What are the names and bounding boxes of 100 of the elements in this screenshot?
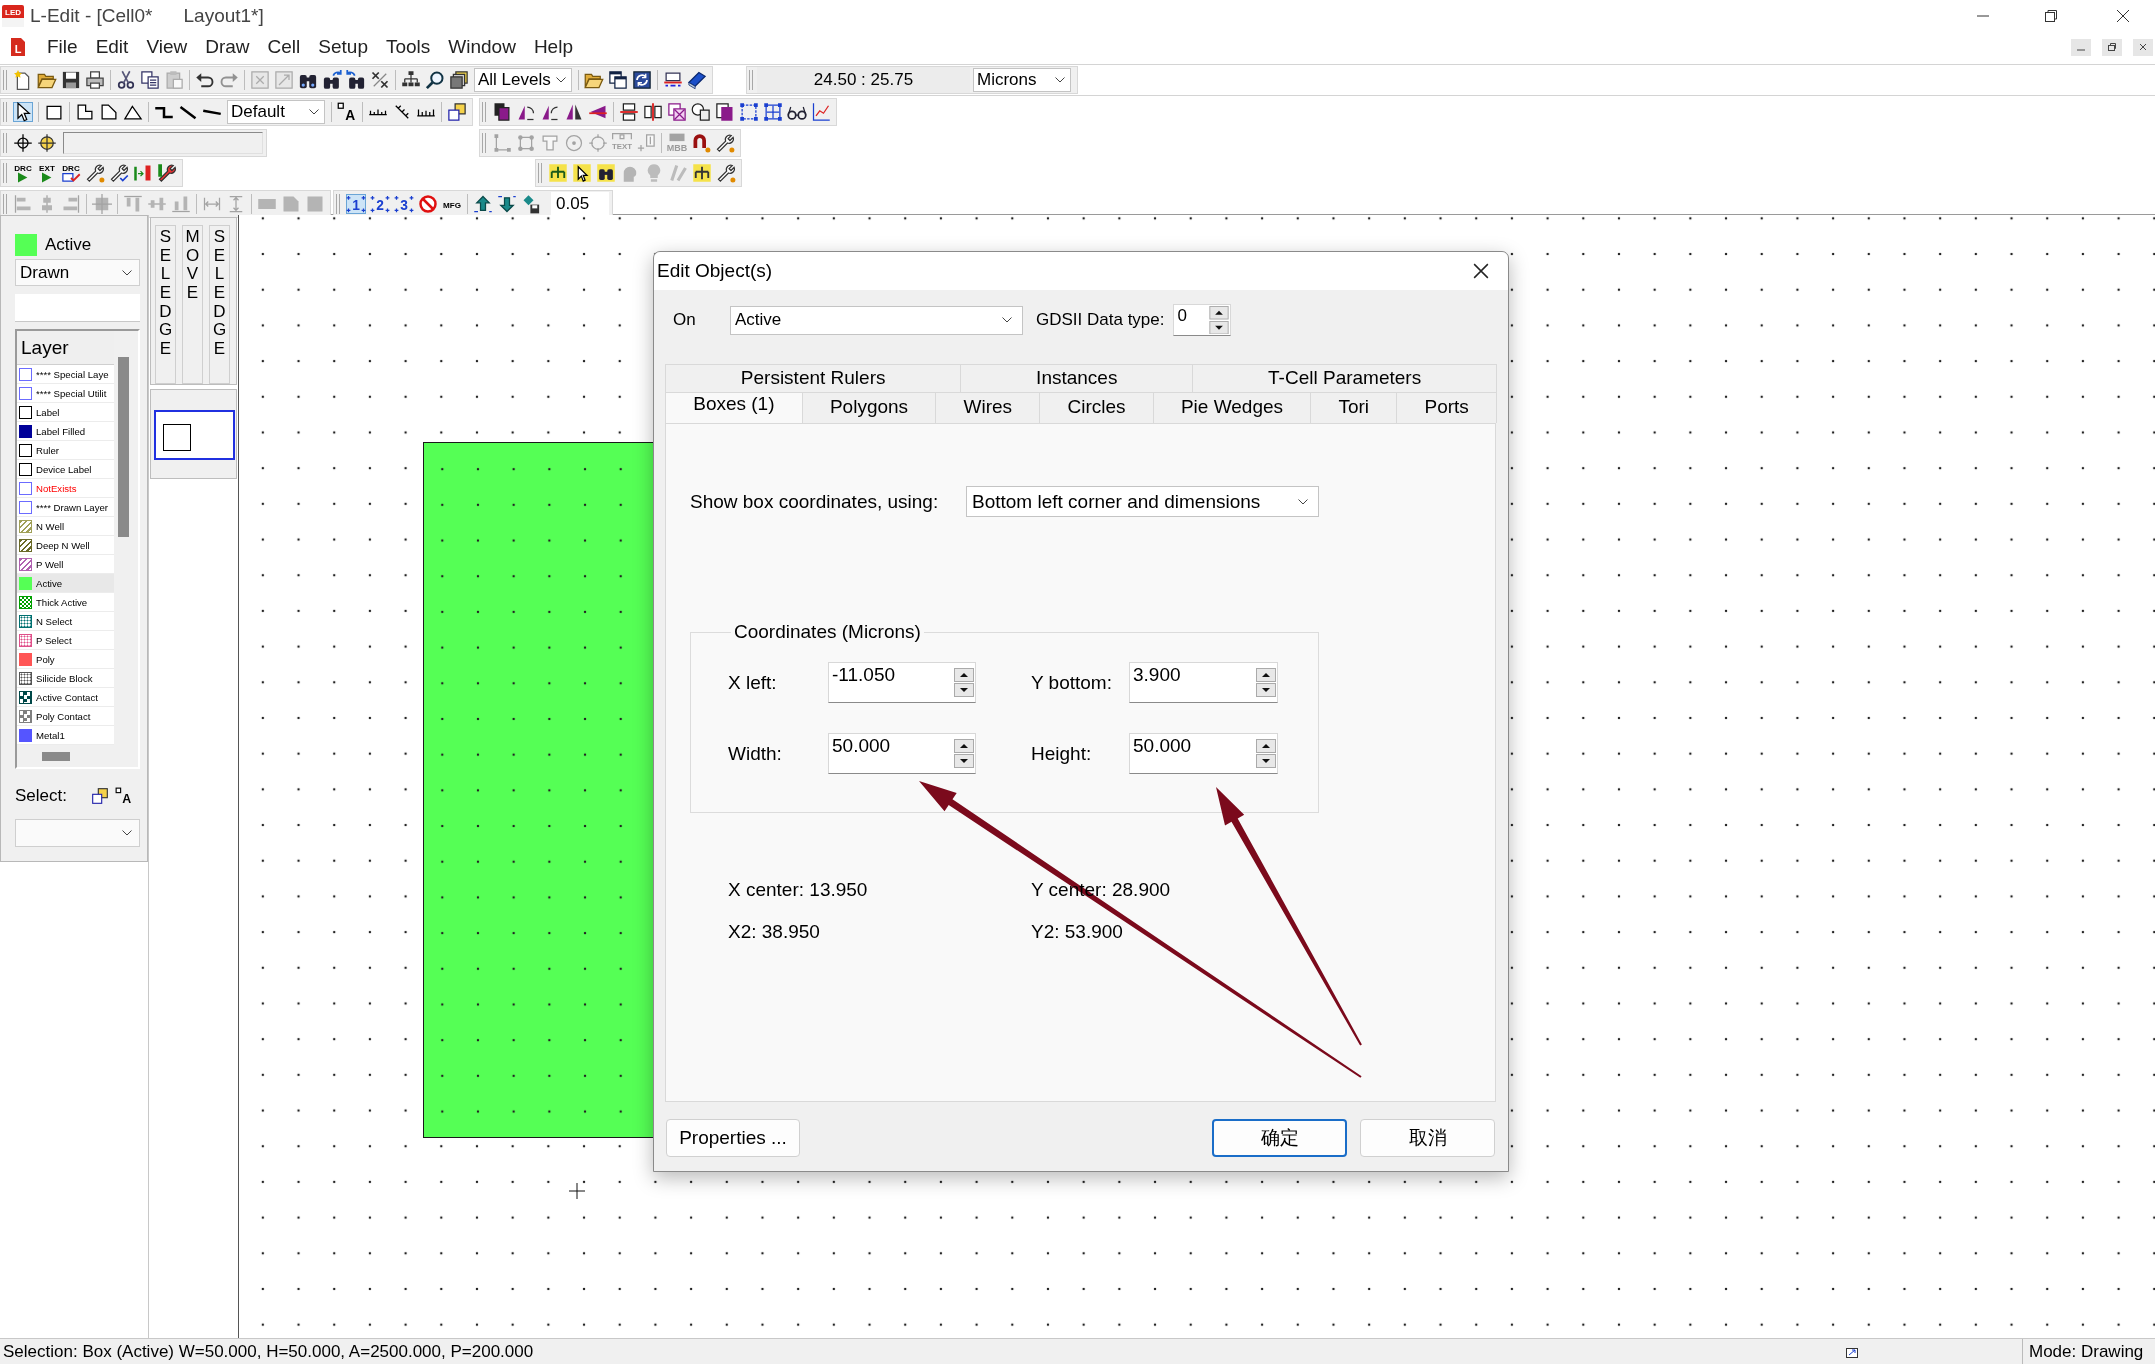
split-vertical-icon[interactable] xyxy=(643,102,663,122)
spin-up-icon[interactable] xyxy=(1208,306,1229,320)
menu-item[interactable]: Edit xyxy=(86,35,138,59)
close-icon[interactable] xyxy=(1473,263,1489,279)
crosshair-icon[interactable] xyxy=(13,132,33,153)
menu-item[interactable]: Setup xyxy=(309,35,377,59)
layer-row[interactable]: Active xyxy=(17,574,114,593)
bevel-polygon-icon[interactable] xyxy=(99,102,119,122)
restore-icon[interactable] xyxy=(2102,38,2122,56)
spin-up-icon[interactable] xyxy=(954,739,974,753)
restore-icon[interactable] xyxy=(2044,8,2058,23)
spin-up-icon[interactable] xyxy=(1256,668,1276,682)
layer-row[interactable]: Ruler xyxy=(17,441,114,460)
fork-tile-icon[interactable] xyxy=(548,163,568,183)
menu-item[interactable]: View xyxy=(137,35,197,59)
wrench-icon[interactable] xyxy=(716,163,736,183)
printer-icon[interactable] xyxy=(85,70,105,90)
overlapping-squares-icon[interactable] xyxy=(447,102,467,122)
wrench-icon[interactable] xyxy=(109,163,129,183)
layer-row[interactable]: **** Drawn Layer xyxy=(17,498,114,517)
layer-row[interactable]: Deep N Well xyxy=(17,536,114,555)
app-menu-icon[interactable]: L xyxy=(10,37,26,57)
dialog-button[interactable]: 确定 xyxy=(1212,1119,1347,1157)
tab[interactable]: Boxes (1) xyxy=(665,392,803,423)
edge-mode-button[interactable]: MOVE xyxy=(182,225,203,384)
number-field[interactable]: -11.050 xyxy=(828,662,976,703)
layer-row[interactable]: **** Special Utilit xyxy=(17,384,114,403)
layer-row[interactable]: Label xyxy=(17,403,114,422)
layer-row[interactable]: Active Contact xyxy=(17,688,114,707)
layer-row[interactable]: Poly xyxy=(17,650,114,669)
close-icon[interactable] xyxy=(2133,38,2153,56)
close-icon[interactable] xyxy=(2116,8,2130,23)
wrench-icon[interactable] xyxy=(85,163,105,183)
copy-icon[interactable] xyxy=(140,70,160,90)
layer-row[interactable]: P Select xyxy=(17,631,114,650)
layer-row[interactable]: Thick Active xyxy=(17,593,114,612)
layer-row[interactable]: P Well xyxy=(17,555,114,574)
refresh-icon[interactable] xyxy=(632,70,652,90)
levels-dropdown[interactable]: All Levels xyxy=(474,68,572,92)
minimize-icon[interactable] xyxy=(2071,38,2091,56)
binoculars-icon[interactable] xyxy=(596,163,616,183)
scissors-icon[interactable] xyxy=(116,70,136,90)
wrench-icon[interactable] xyxy=(715,132,735,153)
stacked-rectangles-icon[interactable] xyxy=(492,102,512,122)
overlapping-windows-icon[interactable] xyxy=(608,70,628,90)
overlapping-squares-icon[interactable] xyxy=(91,787,109,805)
group-frame-icon[interactable] xyxy=(739,102,759,122)
layer-row[interactable]: Metal1 xyxy=(17,726,114,745)
layer-row[interactable]: Label Filled xyxy=(17,422,114,441)
dialog-button[interactable]: 取消 xyxy=(1360,1119,1495,1157)
book-icon[interactable] xyxy=(687,70,707,90)
polygon-icon[interactable] xyxy=(75,102,95,122)
layer-row[interactable]: N Select xyxy=(17,612,114,631)
crossed-boxes-icon[interactable] xyxy=(667,102,687,122)
chart-axes-icon[interactable] xyxy=(811,102,831,122)
tab[interactable]: Ports xyxy=(1396,392,1498,423)
merge-shapes-icon[interactable] xyxy=(691,102,711,122)
x-marks-icon[interactable] xyxy=(370,70,390,90)
layer-row[interactable]: N Well xyxy=(17,517,114,536)
ungroup-frame-icon[interactable] xyxy=(763,102,783,122)
pointer-tile-icon[interactable] xyxy=(572,163,592,183)
input-field[interactable] xyxy=(15,294,140,322)
tab[interactable]: T-Cell Parameters xyxy=(1192,364,1497,392)
spin-up-icon[interactable] xyxy=(1256,739,1276,753)
menu-item[interactable]: File xyxy=(38,35,87,59)
layer-row[interactable]: **** Special Laye xyxy=(17,365,114,384)
spin-up-icon[interactable] xyxy=(954,668,974,682)
triangle-icon[interactable] xyxy=(123,102,143,122)
edge-mode-button[interactable]: SEL EDGE xyxy=(155,225,176,384)
spin-down-icon[interactable] xyxy=(1208,320,1229,334)
menu-item[interactable]: Help xyxy=(524,35,582,59)
view-dropdown[interactable]: Drawn xyxy=(15,259,140,286)
crosshair-dot-icon[interactable] xyxy=(37,132,57,153)
input-field[interactable] xyxy=(63,131,263,154)
bar-marker-icon[interactable] xyxy=(133,163,153,183)
menu-item[interactable]: Window xyxy=(439,35,525,59)
binoculars-arrow-icon[interactable] xyxy=(346,70,366,90)
pointer-icon[interactable] xyxy=(13,102,33,122)
layer-row[interactable]: NotExists xyxy=(17,479,114,498)
split-horizontal-icon[interactable] xyxy=(619,102,639,122)
magnet-icon[interactable] xyxy=(691,132,711,153)
stacked-squares-icon[interactable] xyxy=(449,70,469,90)
style-dropdown[interactable]: Default xyxy=(227,100,325,124)
layer-row[interactable]: Silicide Block xyxy=(17,669,114,688)
spin-down-icon[interactable] xyxy=(1256,754,1276,768)
number-field[interactable]: 0 xyxy=(1172,304,1231,336)
layer-dropdown[interactable]: Active xyxy=(730,305,1023,335)
stacked-box-icon[interactable] xyxy=(715,102,735,122)
fork-tile-icon[interactable] xyxy=(692,163,712,183)
dialog-button[interactable]: Properties ... xyxy=(666,1119,800,1157)
menu-item[interactable]: Tools xyxy=(376,35,440,59)
rectangle-bars-icon[interactable] xyxy=(663,70,683,90)
edge-mode-button[interactable]: SEL EDGE xyxy=(209,225,230,384)
binoculars-arrow-icon[interactable] xyxy=(322,70,342,90)
menu-item[interactable]: Draw xyxy=(196,35,259,59)
number-field[interactable]: 50.000 xyxy=(1129,733,1278,774)
layer-row[interactable]: Device Label xyxy=(17,460,114,479)
spin-down-icon[interactable] xyxy=(1256,683,1276,697)
layer-row[interactable]: Poly Contact xyxy=(17,707,114,726)
mirror-icon[interactable] xyxy=(564,102,584,122)
